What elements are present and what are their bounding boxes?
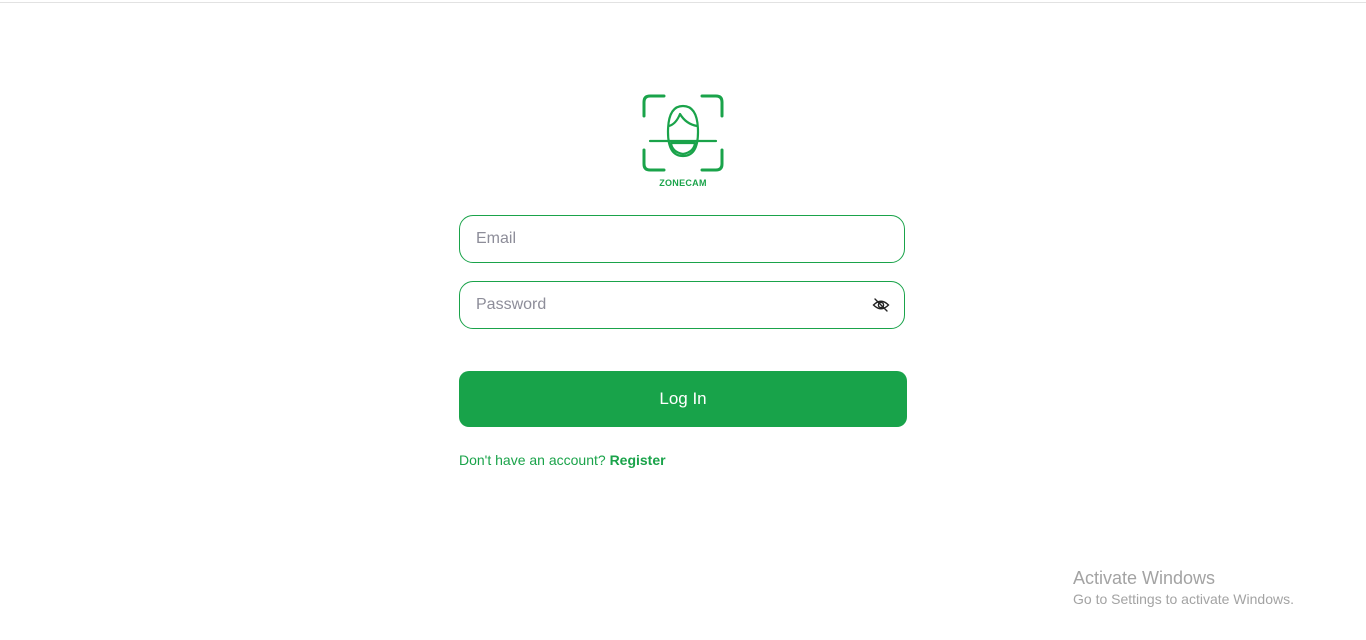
windows-activation-watermark: Activate Windows Go to Settings to activ… — [1073, 567, 1294, 609]
login-button[interactable]: Log In — [459, 371, 907, 427]
watermark-title: Activate Windows — [1073, 568, 1216, 588]
top-divider — [0, 2, 1366, 3]
email-field[interactable] — [459, 215, 905, 263]
zonecam-logo — [640, 92, 726, 192]
password-field[interactable] — [459, 281, 905, 329]
eye-off-icon[interactable] — [872, 296, 890, 314]
brand-name: ZONECAM — [659, 178, 707, 188]
email-input[interactable] — [476, 216, 856, 262]
register-link[interactable]: Register — [610, 452, 666, 468]
register-prompt: Don't have an account? — [459, 452, 610, 468]
watermark-subtitle: Go to Settings to activate Windows. — [1073, 591, 1294, 607]
register-row: Don't have an account? Register — [459, 452, 666, 468]
password-input[interactable] — [476, 282, 856, 328]
face-scan-icon — [642, 94, 724, 172]
